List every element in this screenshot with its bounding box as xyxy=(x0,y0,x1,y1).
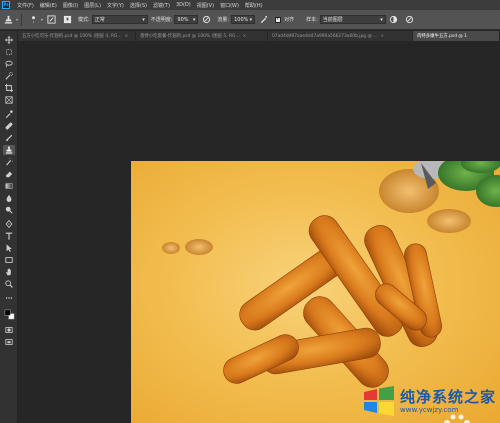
chevron-down-icon: ▾ xyxy=(380,16,383,23)
crop-tool-icon[interactable] xyxy=(3,83,15,93)
healing-brush-tool-icon[interactable] xyxy=(3,121,15,131)
history-brush-tool-icon[interactable] xyxy=(3,157,15,167)
zoom-tool-icon[interactable] xyxy=(3,279,15,289)
menu-edit[interactable]: 编辑(E) xyxy=(37,2,60,9)
photoshop-window: Ps 文件(F) 编辑(E) 图像(I) 图层(L) 文字(Y) 选择(S) 滤… xyxy=(0,0,500,423)
document-tab-bar: 五方小吃可乐-炸翅的.psd @ 100% (图层 4, RG... × 香馋小… xyxy=(18,31,500,41)
windows-logo-icon xyxy=(364,386,394,416)
chevron-down-icon: ▾ xyxy=(192,16,196,23)
menu-3d[interactable]: 3D(D) xyxy=(173,2,194,8)
menu-window[interactable]: 窗口(W) xyxy=(217,2,242,9)
eyedropper-tool-icon[interactable] xyxy=(3,109,15,119)
path-select-tool-icon[interactable] xyxy=(3,243,15,253)
dodge-tool-icon[interactable] xyxy=(3,205,15,215)
options-bar: ▾ • ▾ 模式: 正常 ▾ 不透明度: 90% ▾ 流量: 100% ▾ ✓ … xyxy=(0,10,500,30)
menu-layer[interactable]: 图层(L) xyxy=(81,2,104,9)
brush-size-icon[interactable]: • xyxy=(28,15,38,25)
document-tab[interactable]: 香馋小吃套餐-炸翅的.psd @ 100% (图层 5, RG... × xyxy=(136,31,268,41)
watermark-title: 纯净系统之家 xyxy=(400,387,497,406)
menu-bar: Ps 文件(F) 编辑(E) 图像(I) 图层(L) 文字(Y) 选择(S) 滤… xyxy=(0,0,500,10)
menu-image[interactable]: 图像(I) xyxy=(60,2,81,9)
document-tab[interactable]: 五方小吃可乐-炸翅的.psd @ 100% (图层 4, RG... × xyxy=(18,31,136,41)
menu-view[interactable]: 视图(V) xyxy=(194,2,217,9)
close-icon[interactable]: × xyxy=(243,34,247,39)
eraser-tool-icon[interactable] xyxy=(3,169,15,179)
document-tab-active[interactable]: 肉特多嫩牛五方.psd @ 1 xyxy=(413,31,500,41)
svg-text:•: • xyxy=(32,21,34,24)
menu-help[interactable]: 帮助(H) xyxy=(242,2,266,9)
move-tool-icon[interactable] xyxy=(3,35,15,45)
menu-type[interactable]: 文字(Y) xyxy=(104,2,127,9)
opacity-label: 不透明度: xyxy=(150,17,173,23)
clone-stamp-preset-icon[interactable] xyxy=(3,15,13,25)
menu-filter[interactable]: 滤镜(T) xyxy=(150,2,173,9)
sample-value: 当前图层 xyxy=(322,17,343,23)
chevron-down-icon: ▾ xyxy=(249,16,253,23)
hand-tool-icon[interactable] xyxy=(3,267,15,277)
mode-select[interactable]: 正常 ▾ xyxy=(91,15,148,24)
pressure-size-icon[interactable] xyxy=(405,15,415,25)
opacity-value: 90% xyxy=(177,16,189,23)
tab-label: 香馋小吃套餐-炸翅的.psd @ 100% (图层 5, RG... xyxy=(140,34,240,39)
canvas-workspace[interactable] xyxy=(18,41,500,423)
chevron-down-icon[interactable]: ▾ xyxy=(41,17,43,22)
menu-select[interactable]: 选择(S) xyxy=(127,2,150,9)
chevron-down-icon: ▾ xyxy=(142,16,145,23)
lasso-tool-icon[interactable] xyxy=(3,59,15,69)
document-tab[interactable]: 07ad4dd97aae4d47a990a566273a60b.jpg @ ..… xyxy=(268,31,413,41)
document-canvas[interactable] xyxy=(131,161,500,423)
tools-panel xyxy=(0,31,18,423)
sample-select[interactable]: 当前图层 ▾ xyxy=(319,15,386,24)
close-icon[interactable]: × xyxy=(125,34,129,39)
mode-value: 正常 xyxy=(94,17,105,23)
chevron-down-icon[interactable]: ▾ xyxy=(16,17,18,22)
mode-label: 模式: xyxy=(78,17,90,23)
quick-select-tool-icon[interactable] xyxy=(3,71,15,81)
separator xyxy=(21,13,23,26)
flow-input[interactable]: 100% ▾ xyxy=(231,15,256,24)
quick-mask-icon[interactable] xyxy=(3,325,15,335)
screen-mode-icon[interactable] xyxy=(3,337,15,347)
more-tools-icon[interactable] xyxy=(3,293,15,303)
watermark-url: www.ycwjzy.com xyxy=(400,405,459,414)
blur-tool-icon[interactable] xyxy=(3,193,15,203)
frame-tool-icon[interactable] xyxy=(3,95,15,105)
flow-label: 流量: xyxy=(217,17,230,23)
brush-tool-icon[interactable] xyxy=(3,133,15,143)
menu-file[interactable]: 文件(F) xyxy=(14,2,37,9)
clone-source-panel-icon[interactable] xyxy=(62,15,72,25)
food-image xyxy=(162,161,500,423)
brush-panel-icon[interactable] xyxy=(46,15,56,25)
aligned-checkbox[interactable]: ✓ xyxy=(275,16,282,23)
opacity-input[interactable]: 90% ▾ xyxy=(174,15,199,24)
foreground-background-colors-icon[interactable] xyxy=(3,307,15,321)
photoshop-logo: Ps xyxy=(2,1,10,9)
pressure-opacity-icon[interactable] xyxy=(201,15,211,25)
sample-label: 样本: xyxy=(306,17,318,23)
type-tool-icon[interactable] xyxy=(3,231,15,241)
ignore-adjustment-layers-icon[interactable] xyxy=(389,15,399,25)
rectangle-tool-icon[interactable] xyxy=(3,255,15,265)
pen-tool-icon[interactable] xyxy=(3,219,15,229)
close-icon[interactable]: × xyxy=(380,34,384,39)
airbrush-icon[interactable] xyxy=(258,15,268,25)
aligned-label: 对齐 xyxy=(284,17,295,23)
tab-label: 肉特多嫩牛五方.psd @ 1 xyxy=(417,34,467,39)
tab-label: 07ad4dd97aae4d47a990a566273a60b.jpg @ ..… xyxy=(272,33,378,39)
artboard-tool-icon[interactable] xyxy=(3,47,15,57)
watermark: 纯净系统之家 www.ycwjzy.com xyxy=(362,386,496,416)
clone-stamp-tool-icon[interactable] xyxy=(3,145,15,155)
tab-label: 五方小吃可乐-炸翅的.psd @ 100% (图层 4, RG... xyxy=(22,34,122,39)
gradient-tool-icon[interactable] xyxy=(3,181,15,191)
flow-value: 100% xyxy=(234,16,249,23)
